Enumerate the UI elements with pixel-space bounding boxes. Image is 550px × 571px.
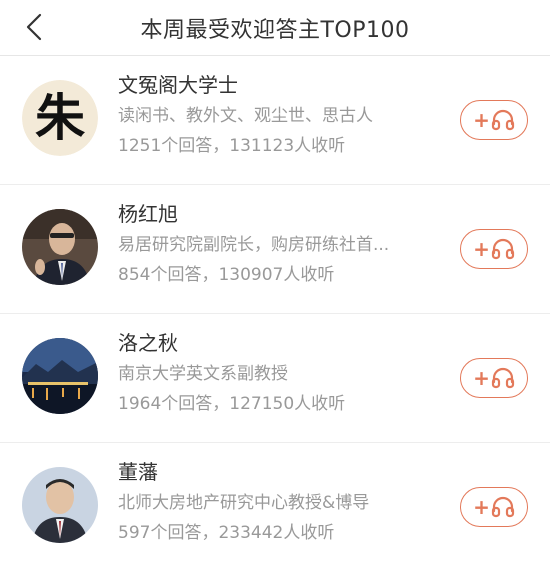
headphones-icon [491,496,514,518]
night-landscape-avatar [22,338,98,414]
list-item[interactable]: 董藩 北师大房地产研究中心教授&博导 597个回答，233442人收听 + [0,443,550,571]
plus-icon: + [473,108,490,132]
list-item[interactable]: 朱 文冤阁大学士 读闲书、教外文、观尘世、思古人 1251个回答，131123人… [0,56,550,185]
answerer-description: 北师大房地产研究中心教授&博导 [118,493,370,513]
headphones-icon [491,367,514,389]
answerer-name[interactable]: 文冤阁大学士 [118,72,450,98]
answerer-description: 南京大学英文系副教授 [118,364,288,384]
follow-button[interactable]: + [460,229,528,269]
page-title: 本周最受欢迎答主TOP100 [140,17,410,43]
headphones-icon [491,109,514,131]
answerer-stats: 1964个回答，127150人收听 [118,394,346,414]
avatar[interactable] [22,338,98,414]
follow-button[interactable]: + [460,487,528,527]
answerer-list: 朱 文冤阁大学士 读闲书、教外文、观尘世、思古人 1251个回答，131123人… [0,56,550,571]
list-item[interactable]: 洛之秋 南京大学英文系副教授 1964个回答，127150人收听 + [0,314,550,443]
answerer-stats: 597个回答，233442人收听 [118,523,335,543]
answerer-stats: 854个回答，130907人收听 [118,265,335,285]
plus-icon: + [473,495,490,519]
plus-icon: + [473,237,490,261]
follow-button[interactable]: + [460,358,528,398]
avatar[interactable] [22,209,98,285]
answerer-stats: 1251个回答，131123人收听 [118,136,346,156]
answerer-name[interactable]: 杨红旭 [118,201,450,227]
answerer-description: 易居研究院副院长，购房研练社首... [118,235,390,255]
calligraphy-avatar-image: 朱 [22,80,98,156]
nav-bar: 本周最受欢迎答主TOP100 [0,0,550,56]
person-photo-avatar [22,209,98,285]
person-photo-avatar [22,467,98,543]
follow-button[interactable]: + [460,100,528,140]
plus-icon: + [473,366,490,390]
back-arrow-icon[interactable] [22,12,48,42]
answerer-name[interactable]: 董藩 [118,459,450,485]
avatar-glyph: 朱 [35,88,86,147]
avatar[interactable]: 朱 [22,80,98,156]
headphones-icon [491,238,514,260]
avatar[interactable] [22,467,98,543]
answerer-description: 读闲书、教外文、观尘世、思古人 [118,106,373,126]
list-item[interactable]: 杨红旭 易居研究院副院长，购房研练社首... 854个回答，130907人收听 … [0,185,550,314]
answerer-name[interactable]: 洛之秋 [118,330,450,356]
